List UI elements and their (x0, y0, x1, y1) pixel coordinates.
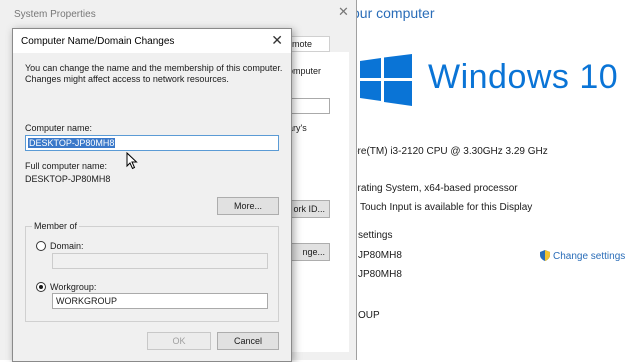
ok-button[interactable]: OK (147, 332, 211, 350)
shield-icon (540, 250, 550, 261)
workgroup-label: Workgroup: (50, 282, 97, 292)
windows-logo-text: Windows 10 (428, 58, 619, 96)
windows-logo-icon (360, 54, 412, 106)
computer-name-selected-text: DESKTOP-JP80MH8 (28, 138, 116, 148)
bg-full-name-value: JP80MH8 (358, 269, 402, 280)
more-button[interactable]: More... (217, 197, 279, 215)
pen-touch-value: Touch Input is available for this Displa… (360, 202, 533, 213)
computer-name-label: Computer name: (25, 123, 93, 133)
member-of-group: Member of Domain: Workgroup: WORKGROUP (25, 221, 279, 322)
processor-value: ore(TM) i3-2120 CPU @ 3.30GHz 3.29 GHz (352, 146, 548, 157)
full-name-value: DESKTOP-JP80MH8 (25, 174, 111, 184)
mouse-cursor-icon (126, 151, 138, 170)
domain-label: Domain: (50, 241, 84, 251)
domain-input[interactable] (52, 253, 268, 269)
bg-computer-name-value: JP80MH8 (358, 250, 402, 261)
member-of-label: Member of (32, 221, 80, 231)
domain-radio[interactable] (36, 241, 46, 251)
system-properties-title: System Properties (14, 9, 96, 20)
control-panel-heading: our computer (352, 5, 435, 21)
dialog-close-icon[interactable]: ✕ (271, 32, 283, 49)
dialog-title: Computer Name/Domain Changes (21, 36, 175, 47)
settings-section-heading: settings (358, 230, 393, 241)
computer-name-dialog: Computer Name/Domain Changes ✕ You can c… (12, 28, 292, 362)
change-settings-label: Change settings (553, 251, 626, 262)
full-name-label: Full computer name: (25, 161, 108, 171)
bg-workgroup-value: OUP (358, 310, 380, 321)
workgroup-input[interactable]: WORKGROUP (52, 293, 268, 309)
workgroup-radio[interactable] (36, 282, 46, 292)
cancel-button[interactable]: Cancel (217, 332, 279, 350)
workgroup-radio-dot (39, 285, 43, 289)
system-properties-close-icon[interactable]: ✕ (338, 4, 349, 20)
dialog-titlebar: Computer Name/Domain Changes ✕ (13, 29, 291, 53)
sp-partial-text-1: omputer (288, 66, 322, 76)
system-type-value: erating System, x64-based processor (352, 183, 518, 194)
dialog-description: You can change the name and the membersh… (25, 63, 283, 84)
computer-description-input[interactable] (288, 98, 330, 114)
computer-name-input[interactable]: DESKTOP-JP80MH8 (25, 135, 279, 151)
change-settings-link[interactable]: Change settings (540, 250, 625, 262)
